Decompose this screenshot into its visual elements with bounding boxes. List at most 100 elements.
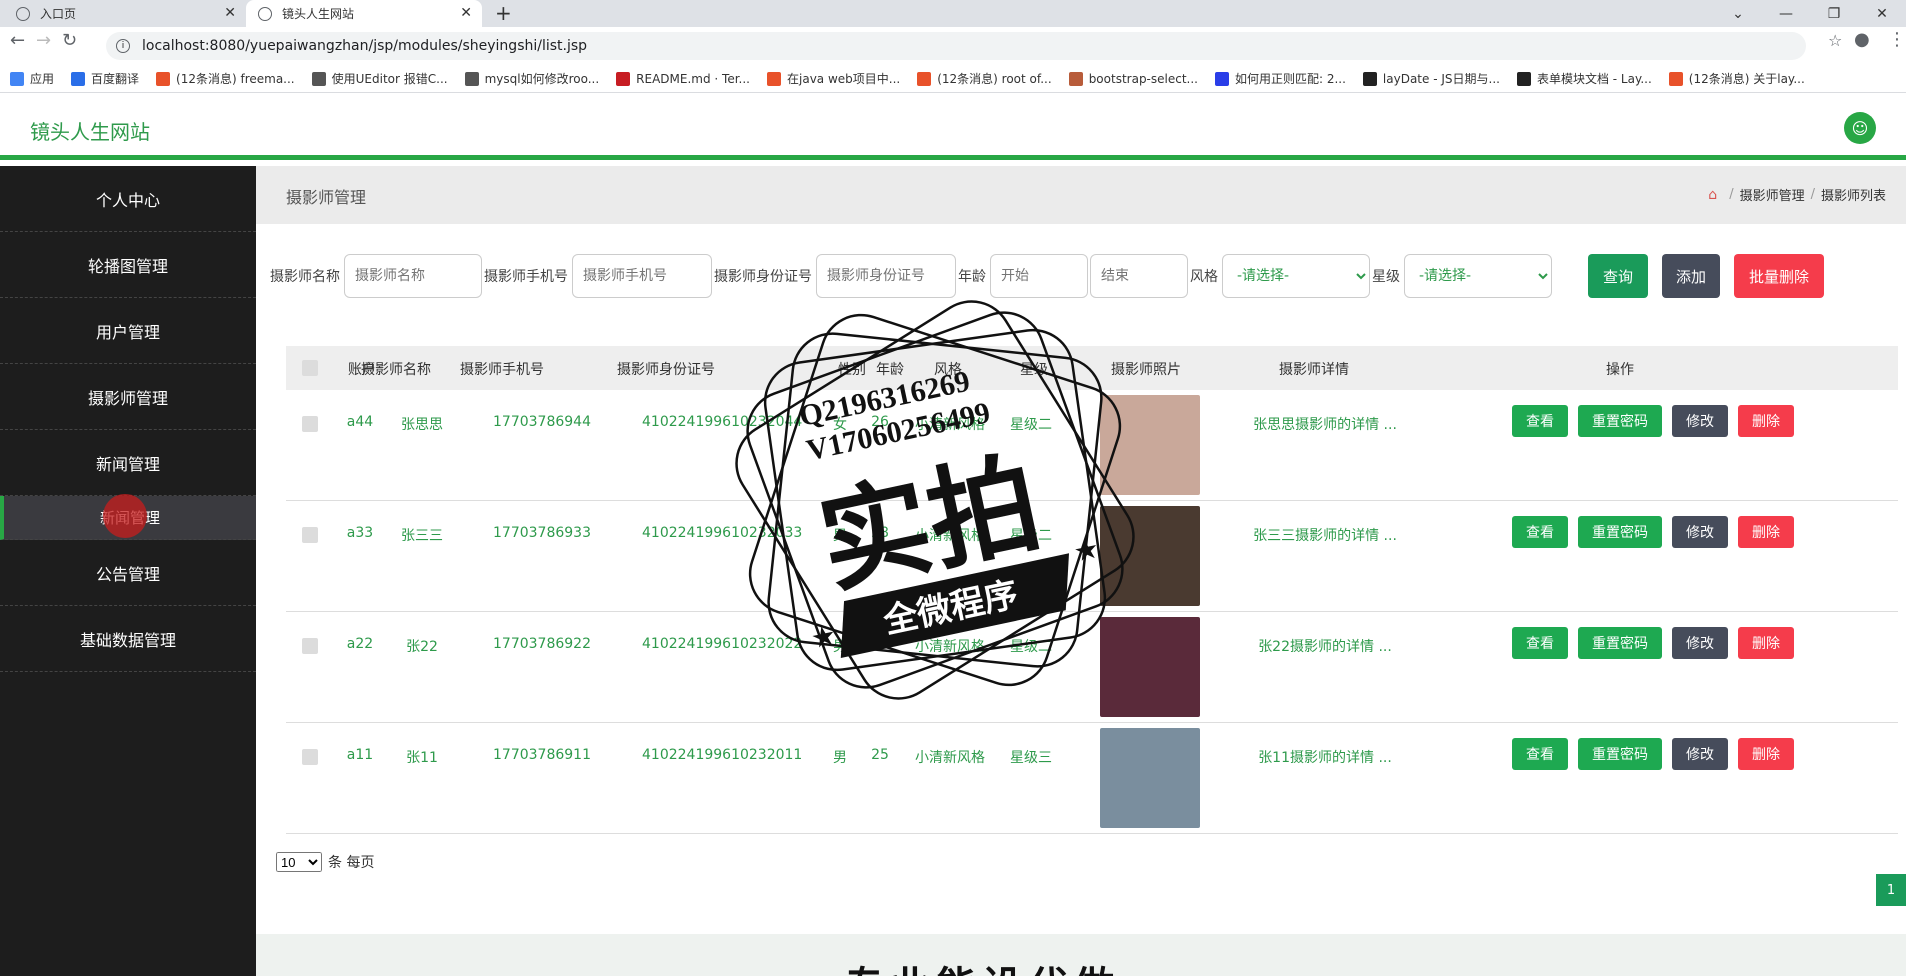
bookmark-item[interactable]: 表单模块文档 - Lay...	[1516, 70, 1652, 87]
view-button[interactable]: 查看	[1512, 405, 1568, 437]
row-checkbox[interactable]	[302, 749, 318, 765]
bookmark-item[interactable]: (12条消息) freema...	[156, 70, 295, 87]
sidebar-item[interactable]: 用户管理	[0, 298, 256, 364]
star-select[interactable]: -请选择-	[1404, 254, 1552, 298]
menu-icon[interactable]: ⋮	[1888, 29, 1906, 50]
add-button[interactable]: 添加	[1662, 254, 1720, 298]
cell-style: 小清新风格	[915, 750, 985, 766]
delete-button[interactable]: 删除	[1738, 516, 1794, 548]
cell-phone: 17703786933	[493, 525, 591, 541]
cell-name: 张22	[406, 639, 438, 655]
bookmark-star-icon[interactable]: ☆	[1828, 31, 1842, 50]
bookmark-label: 百度翻译	[91, 72, 140, 86]
query-button[interactable]: 查询	[1588, 254, 1648, 298]
breadcrumb-separator: /	[1729, 187, 1734, 202]
cell-phone: 17703786922	[493, 636, 591, 652]
bookmark-item[interactable]: (12条消息) 关于lay...	[1668, 70, 1805, 87]
user-avatar-icon[interactable]: ☺	[1844, 112, 1876, 144]
edit-button[interactable]: 修改	[1672, 516, 1728, 548]
sidebar-item[interactable]: 个人中心	[0, 166, 256, 232]
bookmark-item[interactable]: 应用	[10, 70, 54, 87]
new-tab-icon[interactable]: +	[495, 1, 512, 25]
row-checkbox[interactable]	[302, 416, 318, 432]
batch-delete-button[interactable]: 批量删除	[1734, 254, 1824, 298]
breadcrumb-item[interactable]: 摄影师管理	[1740, 185, 1805, 204]
bookmark-item[interactable]: 百度翻译	[71, 70, 139, 87]
close-tab-icon[interactable]: ✕	[224, 5, 236, 21]
bookmark-item[interactable]: layDate - JS日期与...	[1362, 70, 1500, 87]
delete-button[interactable]: 删除	[1738, 405, 1794, 437]
tab-search-icon[interactable]: ⌄	[1714, 6, 1762, 22]
bookmark-item[interactable]: bootstrap-select...	[1068, 71, 1198, 86]
restore-icon[interactable]: ❐	[1810, 6, 1858, 22]
info-icon[interactable]: i	[116, 39, 130, 53]
sidebar-item[interactable]: 公告管理	[0, 540, 256, 606]
cell-detail[interactable]: 张思思摄影师的详情 ...	[1250, 414, 1400, 434]
cell-gender: 男	[833, 750, 847, 766]
bookmark-item[interactable]: 使用UEditor 报错C...	[311, 70, 448, 87]
column-header: 摄影师手机号	[460, 362, 544, 378]
cell-detail[interactable]: 张三三摄影师的详情 ...	[1250, 525, 1400, 545]
reset-password-button[interactable]: 重置密码	[1578, 405, 1662, 437]
cell-detail[interactable]: 张22摄影师的详情 ...	[1250, 636, 1400, 656]
edit-button[interactable]: 修改	[1672, 738, 1728, 770]
style-select[interactable]: -请选择-	[1222, 254, 1370, 298]
bookmark-icon	[1362, 71, 1377, 86]
sidebar-item[interactable]: 轮播图管理	[0, 232, 256, 298]
delete-button[interactable]: 删除	[1738, 738, 1794, 770]
pager: 10 条 每页	[276, 852, 374, 872]
phone-input[interactable]	[572, 254, 712, 298]
page-size-select[interactable]: 10	[276, 852, 322, 872]
bookmark-item[interactable]: mysql如何修改roo...	[464, 70, 600, 87]
name-input[interactable]	[344, 254, 482, 298]
bookmark-label: bootstrap-select...	[1088, 71, 1198, 86]
view-button[interactable]: 查看	[1512, 627, 1568, 659]
page-number-button[interactable]: 1	[1876, 874, 1906, 906]
reset-password-button[interactable]: 重置密码	[1578, 738, 1662, 770]
close-window-icon[interactable]: ✕	[1858, 6, 1906, 22]
cell-star: 星级三	[1010, 750, 1052, 766]
watermark-stamp: Q2196316269 V17060256499 实拍 全微程序 ★ ★	[735, 300, 1135, 700]
row-actions: 查看 重置密码 修改 删除	[1512, 405, 1804, 437]
reset-password-button[interactable]: 重置密码	[1578, 627, 1662, 659]
view-button[interactable]: 查看	[1512, 516, 1568, 548]
edit-button[interactable]: 修改	[1672, 627, 1728, 659]
minimize-icon[interactable]: —	[1762, 6, 1810, 22]
bookmark-item[interactable]: 在java web项目中...	[767, 70, 900, 87]
sidebar-item[interactable]: 基础数据管理	[0, 606, 256, 672]
edit-button[interactable]: 修改	[1672, 405, 1728, 437]
row-checkbox[interactable]	[302, 638, 318, 654]
delete-button[interactable]: 删除	[1738, 627, 1794, 659]
back-icon[interactable]: ←	[10, 30, 25, 51]
tab-title: 入口页	[40, 7, 77, 21]
sidebar-item[interactable]: 摄影师管理	[0, 364, 256, 430]
sidebar-item[interactable]: 新闻管理	[0, 430, 256, 496]
view-button[interactable]: 查看	[1512, 738, 1568, 770]
bookmark-label: 应用	[30, 72, 55, 86]
url-field[interactable]: i localhost:8080/yuepaiwangzhan/jsp/modu…	[106, 32, 1806, 60]
close-tab-icon[interactable]: ✕	[460, 5, 472, 21]
bookmark-label: mysql如何修改roo...	[484, 72, 600, 86]
column-header: 摄影师详情	[1279, 362, 1349, 378]
tab-title: 镜头人生网站	[282, 7, 355, 21]
row-checkbox[interactable]	[302, 527, 318, 543]
browser-tab-1[interactable]: 入口页 ✕	[0, 0, 246, 27]
page-size-suffix: 条 每页	[328, 855, 375, 871]
profile-icon[interactable]: ●	[1854, 29, 1870, 50]
reload-icon[interactable]: ↻	[62, 30, 77, 51]
forward-icon[interactable]: →	[36, 30, 51, 51]
row-actions: 查看 重置密码 修改 删除	[1512, 738, 1804, 770]
bookmark-icon	[917, 71, 932, 86]
bookmark-item[interactable]: README.md · Ter...	[616, 71, 750, 86]
site-brand[interactable]: 镜头人生网站	[30, 116, 150, 145]
bookmark-item[interactable]: 如何用正则匹配: 2...	[1214, 70, 1346, 87]
phone-label: 摄影师手机号	[484, 269, 568, 285]
star-label: 星级	[1372, 269, 1400, 285]
home-icon[interactable]: ⌂	[1708, 187, 1717, 203]
reset-password-button[interactable]: 重置密码	[1578, 516, 1662, 548]
bookmark-icon	[464, 71, 479, 86]
cell-detail[interactable]: 张11摄影师的详情 ...	[1250, 747, 1400, 767]
browser-tab-bar: 入口页 ✕ 镜头人生网站 ✕ + ⌄ — ❐ ✕	[0, 0, 1906, 27]
bookmark-item[interactable]: (12条消息) root of...	[917, 70, 1052, 87]
browser-tab-2[interactable]: 镜头人生网站 ✕	[246, 0, 482, 27]
